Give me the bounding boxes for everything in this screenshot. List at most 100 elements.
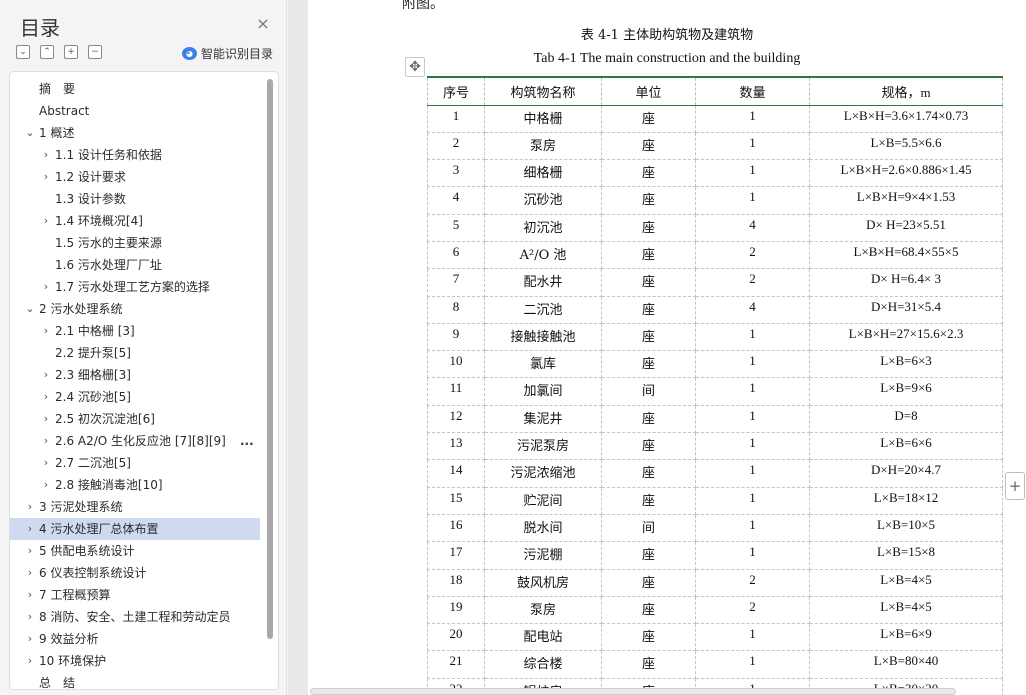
- cell-name[interactable]: 配电站: [484, 623, 602, 652]
- cell-name[interactable]: 污泥棚: [484, 541, 602, 570]
- toc-item[interactable]: › 5 供配电系统设计: [10, 540, 260, 562]
- toc-item[interactable]: › 6 仪表控制系统设计: [10, 562, 260, 584]
- chevron-right-icon[interactable]: ›: [40, 166, 52, 188]
- cell-name[interactable]: 综合楼: [484, 650, 602, 679]
- toc-item[interactable]: 总 结: [10, 672, 260, 689]
- cell-name[interactable]: 贮泥间: [484, 486, 602, 515]
- cell-spec[interactable]: L×B=6×6: [809, 432, 1003, 461]
- cell-index[interactable]: 2: [427, 131, 485, 161]
- cell-name[interactable]: 细格栅: [484, 159, 602, 188]
- chevron-right-icon[interactable]: ›: [24, 496, 36, 518]
- cell-name[interactable]: 泵房: [484, 595, 602, 625]
- cell-quantity[interactable]: 1: [695, 159, 810, 188]
- cell-spec[interactable]: L×B×H=3.6×1.74×0.73: [809, 104, 1003, 133]
- toc-item[interactable]: › 1.1 设计任务和依据: [10, 144, 260, 166]
- cell-unit[interactable]: 间: [601, 513, 696, 543]
- cell-spec[interactable]: D×H=31×5.4: [809, 295, 1003, 324]
- cell-unit[interactable]: 间: [601, 377, 696, 406]
- toc-item[interactable]: ⌄ 1 概述: [10, 122, 260, 144]
- cell-name[interactable]: 氯库: [484, 350, 602, 379]
- cell-spec[interactable]: D× H=23×5.51: [809, 213, 1003, 242]
- cell-quantity[interactable]: 1: [695, 650, 810, 679]
- toc-item[interactable]: › 8 消防、安全、土建工程和劳动定员: [10, 606, 260, 628]
- toc-item[interactable]: 1.5 污水的主要来源: [10, 232, 260, 254]
- toc-item[interactable]: › 2.6 A2/O 生化反应池 [7][8][9]...: [10, 430, 260, 452]
- cell-spec[interactable]: L×B=15×8: [809, 541, 1003, 570]
- cell-name[interactable]: 配水井: [484, 268, 602, 297]
- cell-name[interactable]: 污泥泵房: [484, 432, 602, 461]
- chevron-right-icon[interactable]: ›: [24, 584, 36, 606]
- cell-spec[interactable]: L×B=6×3: [809, 350, 1003, 379]
- cell-unit[interactable]: 座: [601, 322, 696, 352]
- cell-index[interactable]: 10: [427, 350, 485, 379]
- cell-index[interactable]: 17: [427, 541, 485, 570]
- chevron-right-icon[interactable]: ›: [24, 518, 36, 540]
- toc-item[interactable]: Abstract: [10, 100, 260, 122]
- chevron-right-icon[interactable]: ›: [24, 540, 36, 562]
- cell-name[interactable]: 集泥井: [484, 404, 602, 434]
- chevron-right-icon[interactable]: ›: [40, 320, 52, 342]
- cell-name[interactable]: 初沉池: [484, 213, 602, 242]
- chevron-right-icon[interactable]: ›: [40, 474, 52, 496]
- cell-name[interactable]: 二沉池: [484, 295, 602, 324]
- chevron-right-icon[interactable]: ›: [40, 386, 52, 408]
- cell-unit[interactable]: 座: [601, 159, 696, 188]
- cell-name[interactable]: 污泥浓缩池: [484, 459, 602, 488]
- toc-item[interactable]: › 1.2 设计要求: [10, 166, 260, 188]
- toc-item[interactable]: 摘 要: [10, 78, 260, 100]
- cell-index[interactable]: 21: [427, 650, 485, 679]
- chevron-right-icon[interactable]: ›: [40, 364, 52, 386]
- cell-quantity[interactable]: 1: [695, 377, 810, 406]
- toc-item[interactable]: › 2.4 沉砂池[5]: [10, 386, 260, 408]
- toc-item[interactable]: › 1.7 污水处理工艺方案的选择: [10, 276, 260, 298]
- cell-quantity[interactable]: 1: [695, 541, 810, 570]
- horizontal-scrollbar[interactable]: [310, 688, 956, 695]
- cell-quantity[interactable]: 4: [695, 213, 810, 242]
- chevron-right-icon[interactable]: ›: [40, 452, 52, 474]
- chevron-right-icon[interactable]: ›: [24, 562, 36, 584]
- chevron-right-icon[interactable]: ›: [24, 606, 36, 628]
- cell-quantity[interactable]: 1: [695, 322, 810, 352]
- cell-quantity[interactable]: 2: [695, 268, 810, 297]
- cell-quantity[interactable]: 1: [695, 459, 810, 488]
- smart-toc-button[interactable]: ◕ 智能识别目录: [182, 44, 273, 62]
- toc-item[interactable]: › 7 工程概预算: [10, 584, 260, 606]
- cell-spec[interactable]: L×B×H=68.4×55×5: [809, 240, 1003, 270]
- chevron-right-icon[interactable]: ›: [40, 430, 52, 452]
- cell-index[interactable]: 18: [427, 568, 485, 597]
- cell-quantity[interactable]: 1: [695, 623, 810, 652]
- cell-unit[interactable]: 座: [601, 213, 696, 242]
- cell-quantity[interactable]: 1: [695, 432, 810, 461]
- cell-spec[interactable]: L×B=5.5×6.6: [809, 131, 1003, 161]
- cell-unit[interactable]: 座: [601, 350, 696, 379]
- toc-item[interactable]: › 4 污水处理厂总体布置: [10, 518, 260, 540]
- cell-name[interactable]: 中格栅: [484, 104, 602, 133]
- toc-item[interactable]: › 2.7 二沉池[5]: [10, 452, 260, 474]
- cell-index[interactable]: 1: [427, 104, 485, 133]
- cell-unit[interactable]: 座: [601, 486, 696, 515]
- cell-spec[interactable]: L×B=6×9: [809, 623, 1003, 652]
- cell-quantity[interactable]: 1: [695, 513, 810, 543]
- cell-quantity[interactable]: 1: [695, 486, 810, 515]
- cell-index[interactable]: 15: [427, 486, 485, 515]
- cell-quantity[interactable]: 2: [695, 240, 810, 270]
- toc-item[interactable]: ⌄ 2 污水处理系统: [10, 298, 260, 320]
- collapse-all-icon[interactable]: ⌄: [16, 45, 30, 59]
- toc-item[interactable]: 1.3 设计参数: [10, 188, 260, 210]
- add-column-button[interactable]: +: [1005, 472, 1025, 500]
- cell-unit[interactable]: 座: [601, 186, 696, 215]
- cell-spec[interactable]: L×B=4×5: [809, 595, 1003, 625]
- chevron-right-icon[interactable]: ›: [40, 408, 52, 430]
- cell-unit[interactable]: 座: [601, 595, 696, 625]
- cell-index[interactable]: 13: [427, 432, 485, 461]
- toc-scrollbar[interactable]: [267, 79, 273, 639]
- chevron-right-icon[interactable]: ›: [24, 650, 36, 672]
- cell-name[interactable]: 脱水间: [484, 513, 602, 543]
- toc-item[interactable]: › 10 环境保护: [10, 650, 260, 672]
- cell-spec[interactable]: L×B=9×6: [809, 377, 1003, 406]
- chevron-right-icon[interactable]: ›: [40, 210, 52, 232]
- cell-spec[interactable]: L×B=4×5: [809, 568, 1003, 597]
- cell-quantity[interactable]: 1: [695, 131, 810, 161]
- toc-item[interactable]: 1.6 污水处理厂厂址: [10, 254, 260, 276]
- cell-index[interactable]: 3: [427, 159, 485, 188]
